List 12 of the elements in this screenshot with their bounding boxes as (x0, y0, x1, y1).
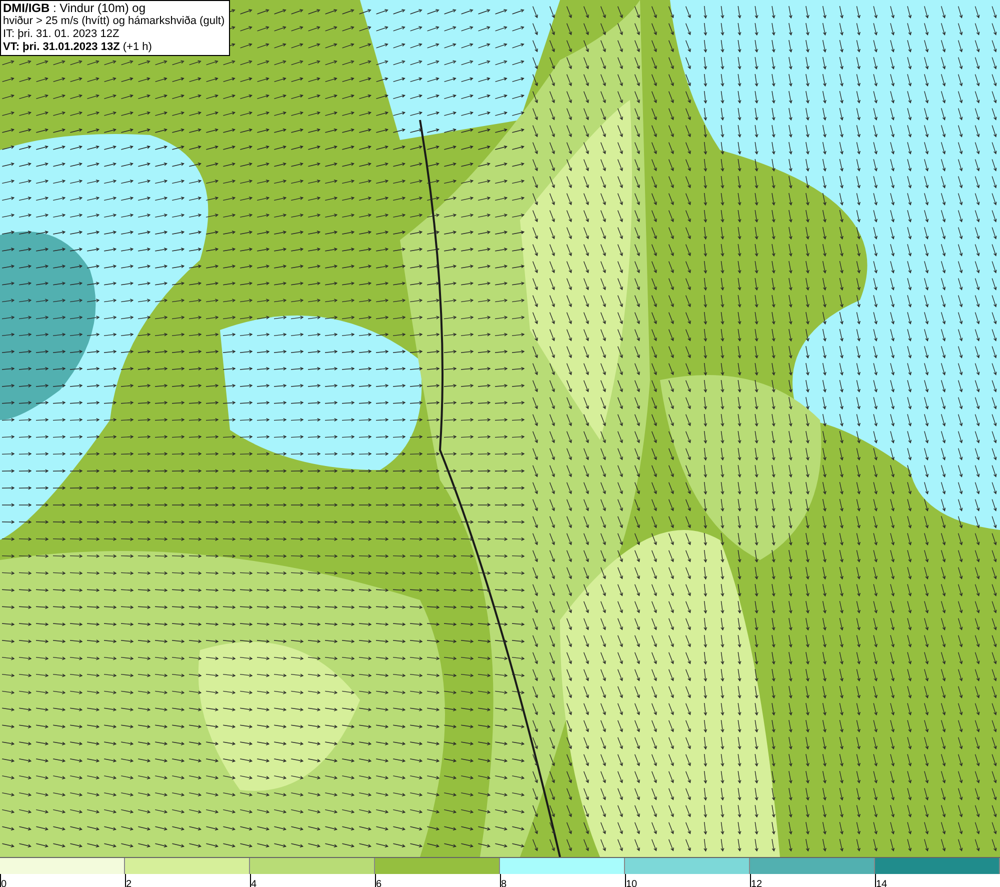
tick-label: 2 (126, 878, 132, 887)
tick-label: 12 (751, 878, 762, 887)
tick-label: 0 (1, 878, 7, 887)
legend-text: IT: þri. 31. 01. 2023 12Z (3, 28, 120, 41)
legend-text: hviður > 25 m/s (hvítt) og hámarkshviða (gult) (3, 15, 225, 28)
tick-label: 14 (876, 878, 888, 887)
tick-label: 8 (501, 878, 507, 887)
legend-text: DMI/IGB : Vindur (10m) og (3, 2, 146, 15)
tick-label: 10 (626, 878, 638, 887)
tick-label: 6 (376, 878, 382, 887)
tick-label: 4 (251, 878, 257, 887)
legend-text: VT: þri. 31.01.2023 13Z (+1 h) (3, 41, 153, 54)
